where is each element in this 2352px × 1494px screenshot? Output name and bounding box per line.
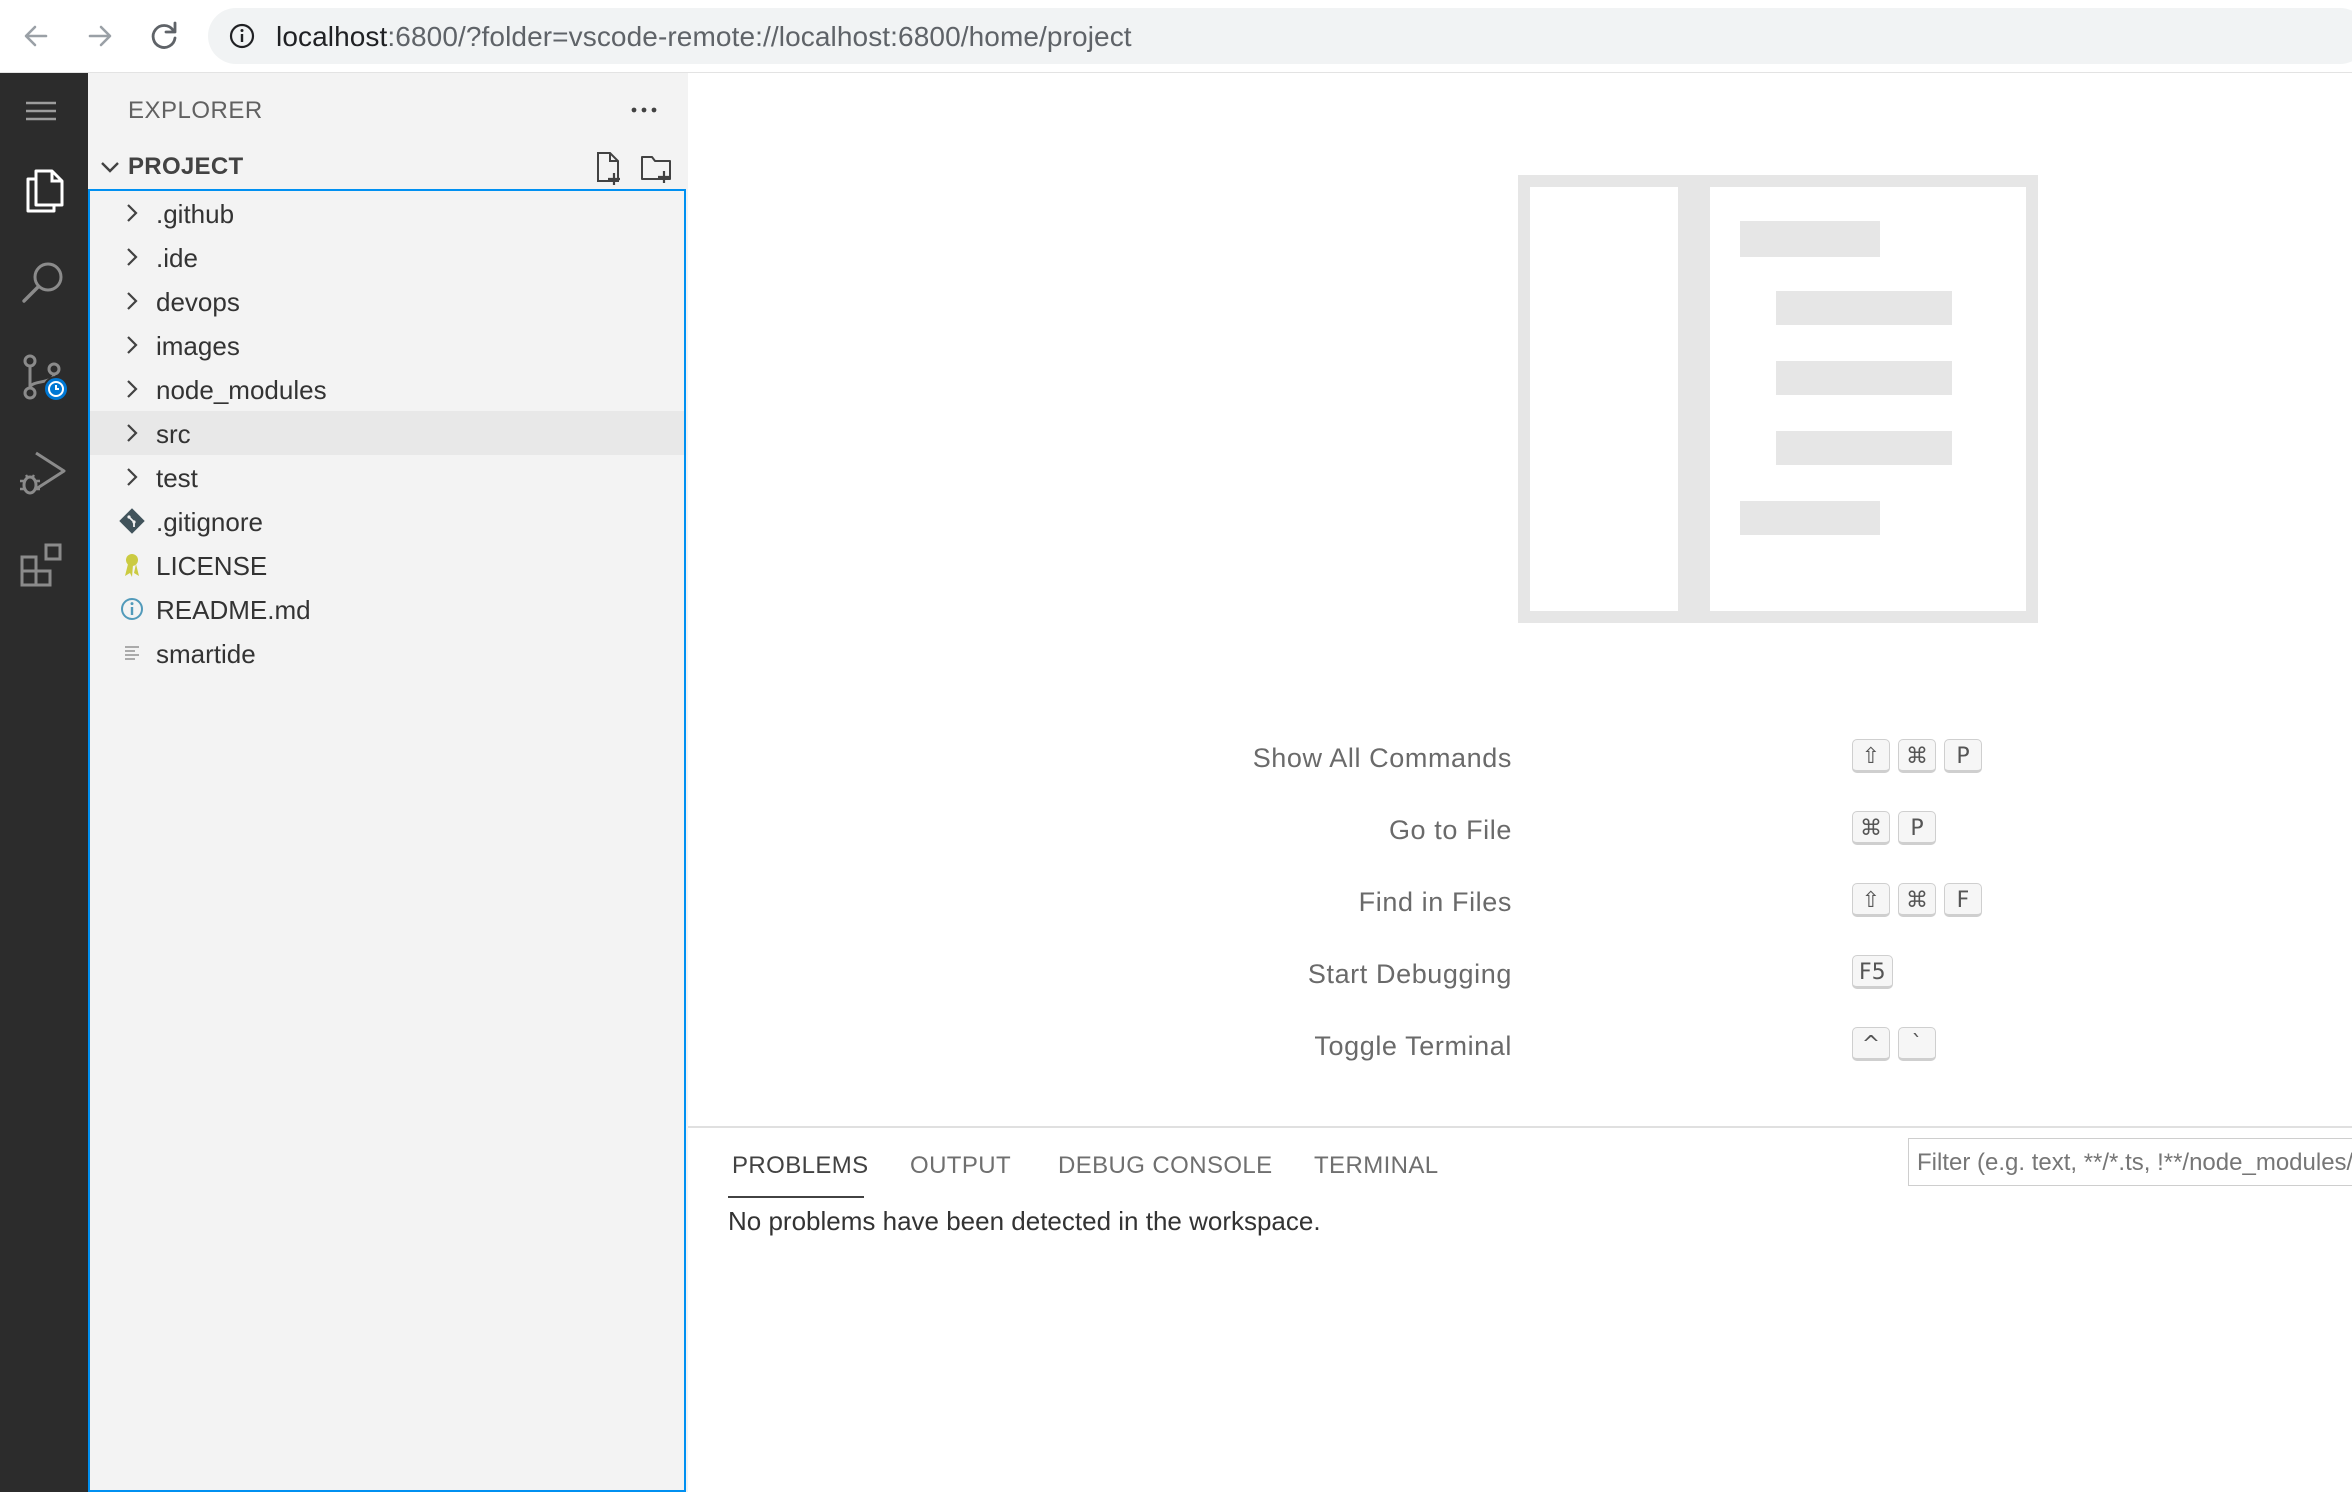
problems-filter-input[interactable]: Filter (e.g. text, **/*.ts, !**/node_mod… xyxy=(1908,1138,2352,1186)
new-file-icon[interactable] xyxy=(588,147,628,187)
key-cap: ⌘ xyxy=(1898,883,1936,917)
shortcut-keys: ⌘ P xyxy=(1852,811,1944,845)
browser-toolbar: localhost:6800/?folder=vscode-remote://l… xyxy=(0,0,2352,73)
key-cap: P xyxy=(1898,811,1936,845)
key-cap: ⇧ xyxy=(1852,883,1890,917)
chevron-down-icon xyxy=(96,153,124,181)
key-cap: ⌘ xyxy=(1898,739,1936,773)
url-host: localhost xyxy=(276,21,388,52)
file-tree: .github .ide devops images node_modules … xyxy=(88,189,686,1492)
tree-item-label: LICENSE xyxy=(156,551,268,581)
tree-item-label: .gitignore xyxy=(156,507,263,537)
problems-message: No problems have been detected in the wo… xyxy=(728,1206,1321,1236)
license-icon xyxy=(118,551,146,579)
url-path: :6800/?folder=vscode-remote://localhost:… xyxy=(387,21,1132,52)
shortcut-row: Toggle Terminal ^ ` xyxy=(688,1023,2352,1073)
more-actions-icon[interactable] xyxy=(624,95,664,125)
activity-bar xyxy=(0,73,88,1492)
reload-icon[interactable] xyxy=(146,18,182,54)
tree-item-license[interactable]: LICENSE xyxy=(90,543,684,587)
shortcut-row: Find in Files ⇧ ⌘ F xyxy=(688,879,2352,929)
key-cap: F xyxy=(1944,883,1982,917)
editor-area: Show All Commands ⇧ ⌘ P Go to File ⌘ P Find… xyxy=(688,73,2352,1126)
editor-watermark-logo xyxy=(1518,175,2038,623)
active-tab-indicator xyxy=(728,1196,864,1198)
tree-item-label: node_modules xyxy=(156,375,327,405)
tab-output[interactable]: OUTPUT xyxy=(910,1152,1011,1180)
tree-item-gitignore[interactable]: .gitignore xyxy=(90,499,684,543)
tree-item-devops[interactable]: devops xyxy=(90,279,684,323)
tree-item-label: README.md xyxy=(156,595,311,625)
chevron-right-icon xyxy=(118,463,146,491)
text-file-icon xyxy=(118,639,146,667)
shortcut-row: Start Debugging F5 xyxy=(688,951,2352,1001)
back-arrow-icon[interactable] xyxy=(18,18,54,54)
tree-item-test[interactable]: test xyxy=(90,455,684,499)
run-debug-icon[interactable] xyxy=(14,441,74,501)
extensions-icon[interactable] xyxy=(14,535,74,595)
menu-icon[interactable] xyxy=(20,97,68,129)
shortcut-label: Go to File xyxy=(1388,815,1512,845)
chevron-right-icon xyxy=(118,419,146,447)
source-control-icon[interactable] xyxy=(14,347,74,407)
shortcut-keys: ⇧ ⌘ P xyxy=(1852,739,1990,773)
explorer-sidebar: EXPLORER PROJECT .github .ide devops ima… xyxy=(88,73,765,1492)
tree-item-label: test xyxy=(156,463,198,493)
url-text: localhost:6800/?folder=vscode-remote://l… xyxy=(276,21,1132,53)
search-icon[interactable] xyxy=(14,253,74,313)
tree-item-src[interactable]: src xyxy=(90,411,684,455)
tree-item-label: src xyxy=(156,419,191,449)
shortcut-label: Toggle Terminal xyxy=(1314,1031,1512,1061)
key-cap: ⌘ xyxy=(1852,811,1890,845)
chevron-right-icon xyxy=(118,199,146,227)
tree-item-label: images xyxy=(156,331,240,361)
key-cap: ⇧ xyxy=(1852,739,1890,773)
sidebar-title: EXPLORER xyxy=(128,97,263,124)
shortcut-keys: ^ ` xyxy=(1852,1027,1944,1061)
shortcut-label: Find in Files xyxy=(1358,887,1512,917)
tree-item-node-modules[interactable]: node_modules xyxy=(90,367,684,411)
key-cap: P xyxy=(1944,739,1982,773)
tree-item-label: .ide xyxy=(156,243,198,273)
chevron-right-icon xyxy=(118,375,146,403)
forward-arrow-icon[interactable] xyxy=(82,18,118,54)
tab-terminal[interactable]: TERMINAL xyxy=(1314,1152,1439,1180)
tree-item-label: smartide xyxy=(156,639,256,669)
tab-debug-console[interactable]: DEBUG CONSOLE xyxy=(1058,1152,1273,1180)
shortcut-row: Show All Commands ⇧ ⌘ P xyxy=(688,735,2352,785)
shortcut-row: Go to File ⌘ P xyxy=(688,807,2352,857)
shortcut-label: Start Debugging xyxy=(1307,959,1512,989)
shortcut-keys: ⇧ ⌘ F xyxy=(1852,883,1990,917)
shortcut-keys: F5 xyxy=(1852,955,1901,989)
chevron-right-icon xyxy=(118,243,146,271)
tab-problems[interactable]: PROBLEMS xyxy=(732,1152,869,1180)
tree-item-github[interactable]: .github xyxy=(90,191,684,235)
key-cap: ` xyxy=(1898,1027,1936,1061)
tree-item-smartide[interactable]: smartide xyxy=(90,631,684,675)
shortcut-label: Show All Commands xyxy=(1252,743,1512,773)
tree-item-images[interactable]: images xyxy=(90,323,684,367)
new-folder-icon[interactable] xyxy=(636,147,676,187)
explorer-icon[interactable] xyxy=(14,159,74,219)
info-icon xyxy=(118,595,146,623)
tree-item-label: devops xyxy=(156,287,240,317)
bottom-panel: PROBLEMS OUTPUT DEBUG CONSOLE TERMINAL F… xyxy=(688,1126,2352,1494)
git-icon xyxy=(118,507,146,535)
tree-item-ide[interactable]: .ide xyxy=(90,235,684,279)
chevron-right-icon xyxy=(118,287,146,315)
project-section-header[interactable]: PROJECT xyxy=(88,145,765,189)
address-bar[interactable]: localhost:6800/?folder=vscode-remote://l… xyxy=(208,8,2352,64)
tree-item-readme[interactable]: README.md xyxy=(90,587,684,631)
chevron-right-icon xyxy=(118,331,146,359)
tree-item-label: .github xyxy=(156,199,235,229)
key-cap: ^ xyxy=(1852,1027,1890,1061)
section-label: PROJECT xyxy=(128,153,244,180)
site-info-icon[interactable] xyxy=(228,22,256,50)
key-cap: F5 xyxy=(1852,955,1893,989)
